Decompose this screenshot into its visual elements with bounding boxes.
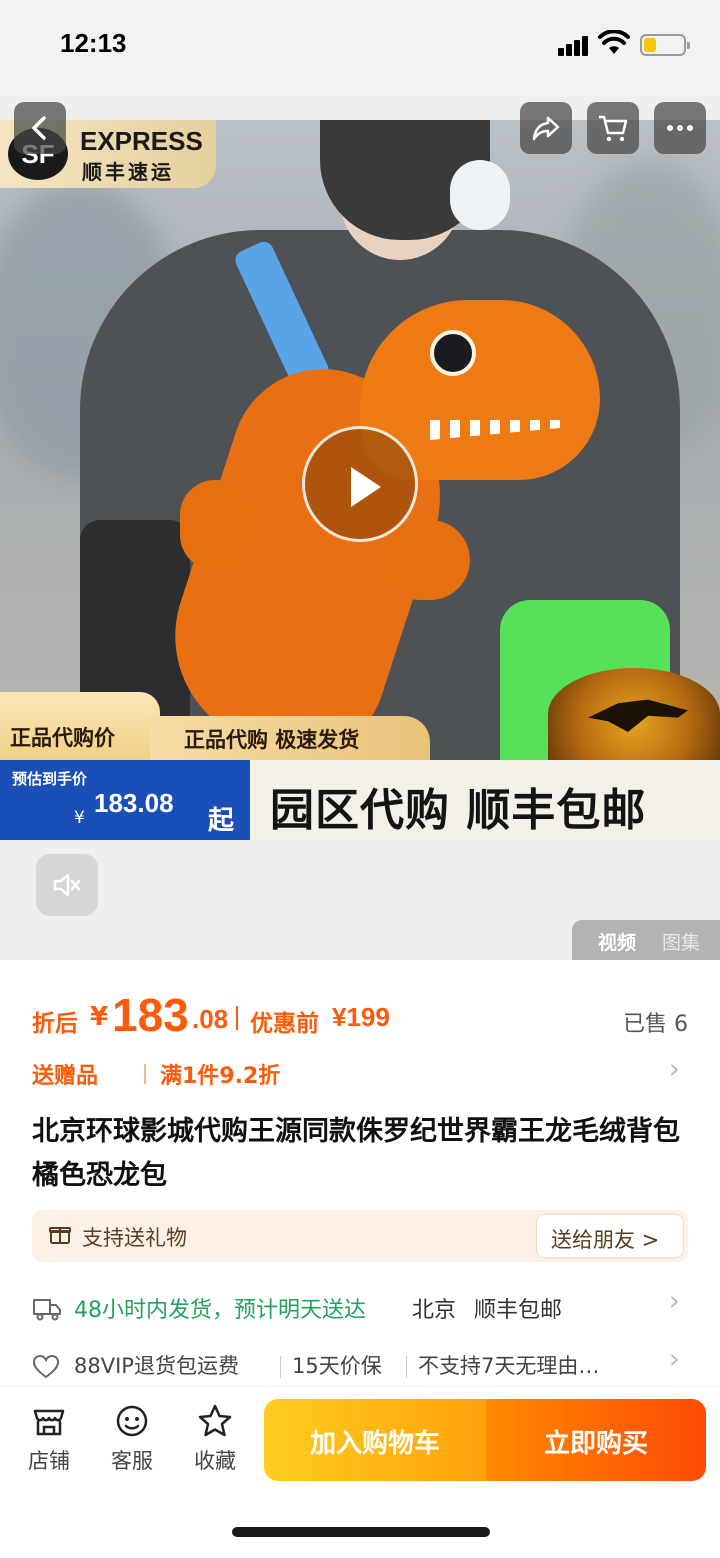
cart-icon xyxy=(599,115,628,142)
add-to-cart-button[interactable]: 加入购物车 xyxy=(264,1399,486,1481)
price-decimal: .08 xyxy=(192,1004,229,1034)
favorite-label: 收藏 xyxy=(194,1449,236,1473)
battery-icon xyxy=(640,34,690,56)
status-bar: 12:13 xyxy=(0,0,720,96)
service-1: 88VIP退货包运费 xyxy=(74,1354,239,1378)
price-integer: 183 xyxy=(112,989,189,1041)
promo-row[interactable]: 送赠品 满1件9.2折 › xyxy=(32,1052,688,1092)
banner-est-price: 183.08 xyxy=(94,788,174,818)
buy-now-label: 立即购买 xyxy=(543,1429,648,1459)
share-button[interactable] xyxy=(520,102,572,154)
send-to-friend-button[interactable]: 送给朋友 > xyxy=(536,1214,684,1258)
banner-slogan: 园区代购 顺丰包邮 xyxy=(250,760,720,840)
add-to-cart-label: 加入购物车 xyxy=(309,1429,440,1459)
star-icon xyxy=(198,1404,232,1437)
cart-button[interactable] xyxy=(587,102,639,154)
banner-genuine-label: 正品代购价 xyxy=(10,726,115,750)
service-2: 15天价保 xyxy=(292,1354,382,1378)
price-divider xyxy=(236,1006,238,1030)
price-label: 折后 xyxy=(32,1011,78,1037)
service-divider xyxy=(406,1356,407,1378)
jurassic-world-logo xyxy=(548,668,720,760)
share-icon xyxy=(532,116,560,141)
banner-slogan-text: 园区代购 顺丰包邮 xyxy=(270,785,647,836)
price-banner: 正品代购价 正品代购 极速发货 预估到手价 ¥ 183.08 起 园区代购 顺丰… xyxy=(0,668,720,840)
back-icon xyxy=(32,116,46,140)
product-media[interactable]: SF EXPRESS 顺丰速运 正品代购价 正品代购 极速发货 预估到手价 ¥ … xyxy=(0,96,720,960)
product-info: 折后 ¥ 183 .08 优惠前 ¥199 已售 6 送赠品 满1件9.2折 ›… xyxy=(0,960,720,1390)
status-time: 12:13 xyxy=(60,28,127,58)
service-divider xyxy=(280,1356,281,1378)
banner-estimate: 预估到手价 ¥ 183.08 起 xyxy=(0,760,260,840)
original-price-label: 优惠前 xyxy=(250,1011,319,1037)
sf-badge-cn: 顺丰速运 xyxy=(82,160,174,184)
shipping-row[interactable]: 48小时内发货，预计明天送达 北京 顺丰包邮 › xyxy=(32,1284,688,1330)
wifi-icon xyxy=(598,30,630,54)
banner-est-label: 预估到手价 xyxy=(12,770,88,788)
product-title: 北京环球影城代购王源同款侏罗纪世界霸王龙毛绒背包橘色恐龙包 xyxy=(32,1116,680,1191)
price-row: 折后 ¥ 183 .08 优惠前 ¥199 xyxy=(32,989,692,1044)
banner-tag-label: 正品代购 极速发货 xyxy=(184,728,360,752)
customer-service-label: 客服 xyxy=(111,1449,153,1473)
gift-card: 支持送礼物 送给朋友 > xyxy=(32,1210,688,1262)
sold-count: 已售 6 xyxy=(623,1012,688,1037)
mute-icon xyxy=(53,873,81,897)
shipping-city: 北京 xyxy=(412,1298,457,1323)
gift-icon xyxy=(49,1227,71,1244)
media-tabs: 视频 图集 xyxy=(572,920,720,960)
price-currency: ¥ xyxy=(90,1002,109,1032)
banner-est-suffix: 起 xyxy=(208,806,235,836)
chevron-right-icon: › xyxy=(668,1052,680,1085)
back-button[interactable] xyxy=(14,102,66,154)
promo-discount: 满1件9.2折 xyxy=(160,1064,281,1089)
shipping-eta: 48小时内发货，预计明天送达 xyxy=(74,1298,366,1323)
truck-icon xyxy=(33,1299,61,1321)
chat-bot-icon xyxy=(116,1405,148,1437)
customer-service-button[interactable]: 客服 xyxy=(97,1403,167,1483)
tab-video[interactable]: 视频 xyxy=(598,928,636,955)
shipping-free: 顺丰包邮 xyxy=(474,1298,563,1323)
store-button[interactable]: 店铺 xyxy=(14,1403,84,1483)
chevron-right-icon: › xyxy=(668,1342,680,1375)
promo-divider xyxy=(144,1064,146,1084)
sf-badge-en: EXPRESS xyxy=(80,126,203,156)
bottom-action-bar: 店铺 客服 收藏 加入购物车 立即购买 xyxy=(0,1386,720,1558)
more-icon xyxy=(667,125,693,131)
banner-genuine: 正品代购价 xyxy=(0,692,160,762)
more-button[interactable] xyxy=(654,102,706,154)
service-3: 不支持7天无理由… xyxy=(418,1354,600,1378)
service-row[interactable]: 88VIP退货包运费 15天价保 不支持7天无理由… › xyxy=(32,1342,688,1388)
send-to-friend-label: 送给朋友 > xyxy=(551,1228,660,1252)
gift-card-label: 支持送礼物 xyxy=(82,1226,187,1250)
cellular-signal-icon xyxy=(558,34,590,56)
tab-gallery[interactable]: 图集 xyxy=(662,928,700,955)
mute-button[interactable] xyxy=(36,854,98,916)
favorite-button[interactable]: 收藏 xyxy=(180,1403,250,1483)
play-icon[interactable] xyxy=(302,426,418,542)
store-icon xyxy=(33,1409,65,1436)
banner-tag: 正品代购 极速发货 xyxy=(150,716,430,762)
original-price: ¥199 xyxy=(332,1002,390,1032)
store-label: 店铺 xyxy=(28,1449,70,1473)
home-indicator[interactable] xyxy=(232,1527,490,1537)
chevron-right-icon: › xyxy=(668,1284,680,1317)
banner-est-currency: ¥ xyxy=(74,808,85,828)
shield-heart-icon xyxy=(32,1354,60,1379)
promo-gift: 送赠品 xyxy=(32,1064,99,1089)
buy-now-button[interactable]: 立即购买 xyxy=(486,1399,706,1481)
